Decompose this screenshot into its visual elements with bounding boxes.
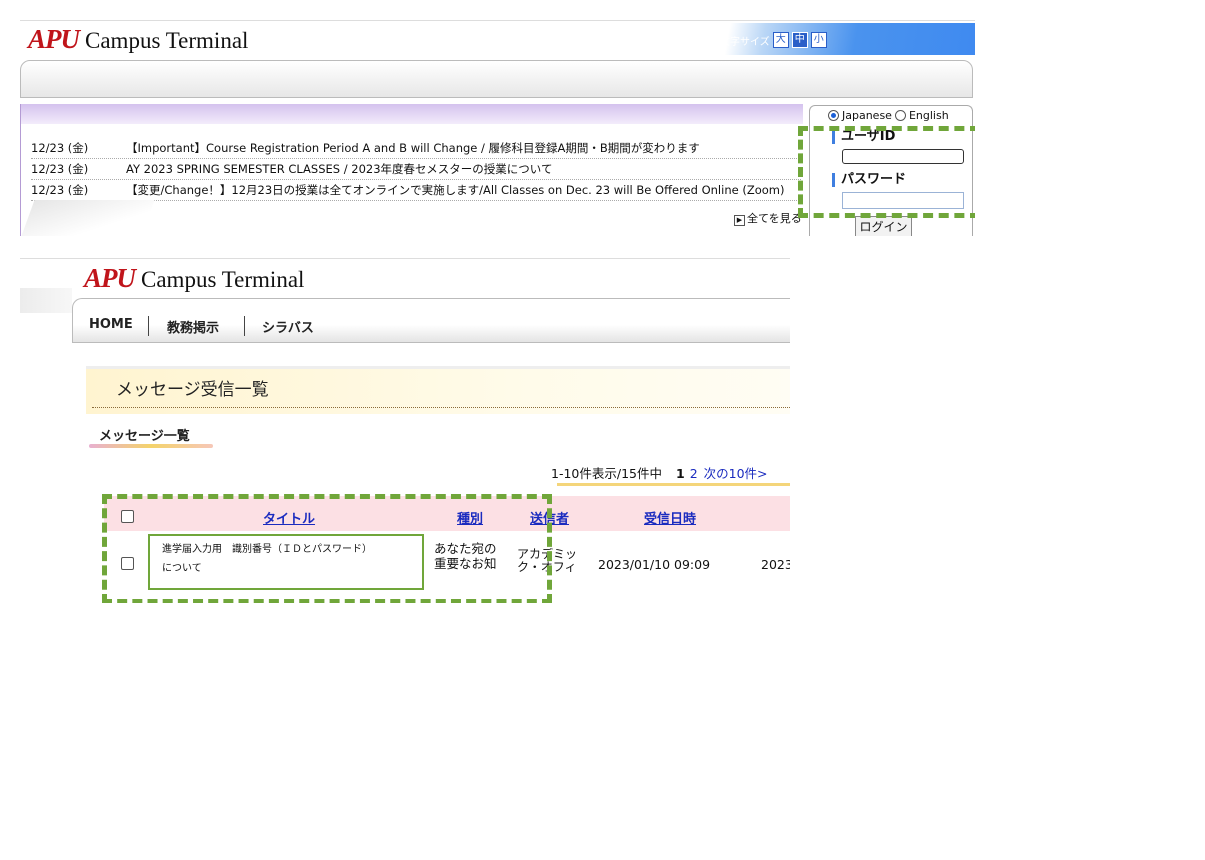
login-button[interactable]: ログイン (855, 216, 912, 236)
header-left-fade (20, 288, 72, 313)
section-underline (89, 444, 213, 448)
pagination-underline (557, 483, 790, 486)
language-japanese-label: Japanese (842, 109, 892, 122)
apu-logo[interactable]: APU Campus Terminal (84, 263, 304, 294)
notice-row[interactable]: 12/23 (金) 【Important】Course Registration … (31, 138, 801, 159)
pagination-summary: 1-10件表示/15件中 (551, 466, 662, 481)
language-english-radio[interactable] (894, 110, 906, 121)
logo-mark: APU (28, 24, 80, 54)
notice-date: 12/23 (金) (31, 162, 89, 176)
logo-mark: APU (84, 263, 136, 293)
logo-text: Campus Terminal (85, 28, 249, 53)
font-size-medium-button[interactable]: 中 (791, 32, 808, 48)
notice-date: 12/23 (金) (31, 141, 89, 155)
pagination-next[interactable]: 次の10件> (704, 466, 768, 481)
language-selector: Japanese English (828, 109, 949, 122)
notice-header-band (21, 104, 803, 124)
main-nav: HOME 教務掲示 シラバス (72, 298, 790, 343)
language-english-label: English (908, 109, 949, 122)
section-title: メッセージ一覧 (99, 429, 190, 444)
notice-row[interactable]: 12/23 (金) 【変更/Change！】12月23日の授業は全てオンラインで実… (31, 180, 801, 201)
notice-link[interactable]: AY 2023 SPRING SEMESTER CLASSES / 2023年度… (126, 162, 552, 176)
login-page-screenshot: APU Campus Terminal 文字サイズ 大 中 小 12/23 (金… (20, 20, 975, 236)
nav-bar (20, 60, 973, 98)
decorative-shade (21, 200, 155, 236)
nav-notice[interactable]: 教務掲示 (167, 317, 219, 336)
message-received-date: 2023/01/10 09:09 (598, 557, 711, 572)
login-highlight-dashed-box (798, 126, 975, 218)
play-arrow-icon: ▶ (734, 215, 745, 226)
nav-syllabus[interactable]: シラバス (262, 317, 314, 336)
header-top-line (20, 258, 790, 259)
font-size-small-button[interactable]: 小 (810, 32, 827, 48)
pagination-page-2[interactable]: 2 (690, 466, 698, 481)
apu-logo[interactable]: APU Campus Terminal (28, 24, 248, 55)
notice-link[interactable]: 【変更/Change！】12月23日の授業は全てオンラインで実施します/All … (126, 183, 784, 197)
see-all-link[interactable]: ▶ 全てを見る (734, 210, 802, 226)
logo-text: Campus Terminal (141, 267, 305, 292)
table-highlight-dashed-box (102, 494, 552, 603)
nav-home[interactable]: HOME (89, 317, 133, 332)
font-size-label: 文字サイズ (720, 36, 770, 48)
pagination: 1-10件表示/15件中 1 2 次の10件> (551, 463, 774, 482)
pagination-current: 1 (676, 466, 685, 481)
page-title: メッセージ受信一覧 (116, 380, 269, 400)
notice-link[interactable]: 【Important】Course Registration Period A … (126, 141, 700, 155)
see-all-label: 全てを見る (747, 212, 802, 225)
notice-row[interactable]: 12/23 (金) AY 2023 SPRING SEMESTER CLASSES… (31, 159, 801, 180)
header-bar: APU Campus Terminal 文字サイズ 大 中 小 (20, 20, 975, 57)
message-list-screenshot: APU Campus Terminal HOME 教務掲示 シラバス メッセージ… (20, 258, 790, 603)
font-size-large-button[interactable]: 大 (772, 32, 789, 48)
font-size-switcher: 文字サイズ 大 中 小 (720, 32, 827, 48)
message-extra-date: 2023 (761, 557, 790, 572)
language-japanese-radio[interactable] (828, 110, 839, 121)
notice-date: 12/23 (金) (31, 183, 89, 197)
nav-separator (148, 316, 149, 336)
nav-separator (244, 316, 245, 336)
column-received[interactable]: 受信日時 (644, 508, 696, 527)
